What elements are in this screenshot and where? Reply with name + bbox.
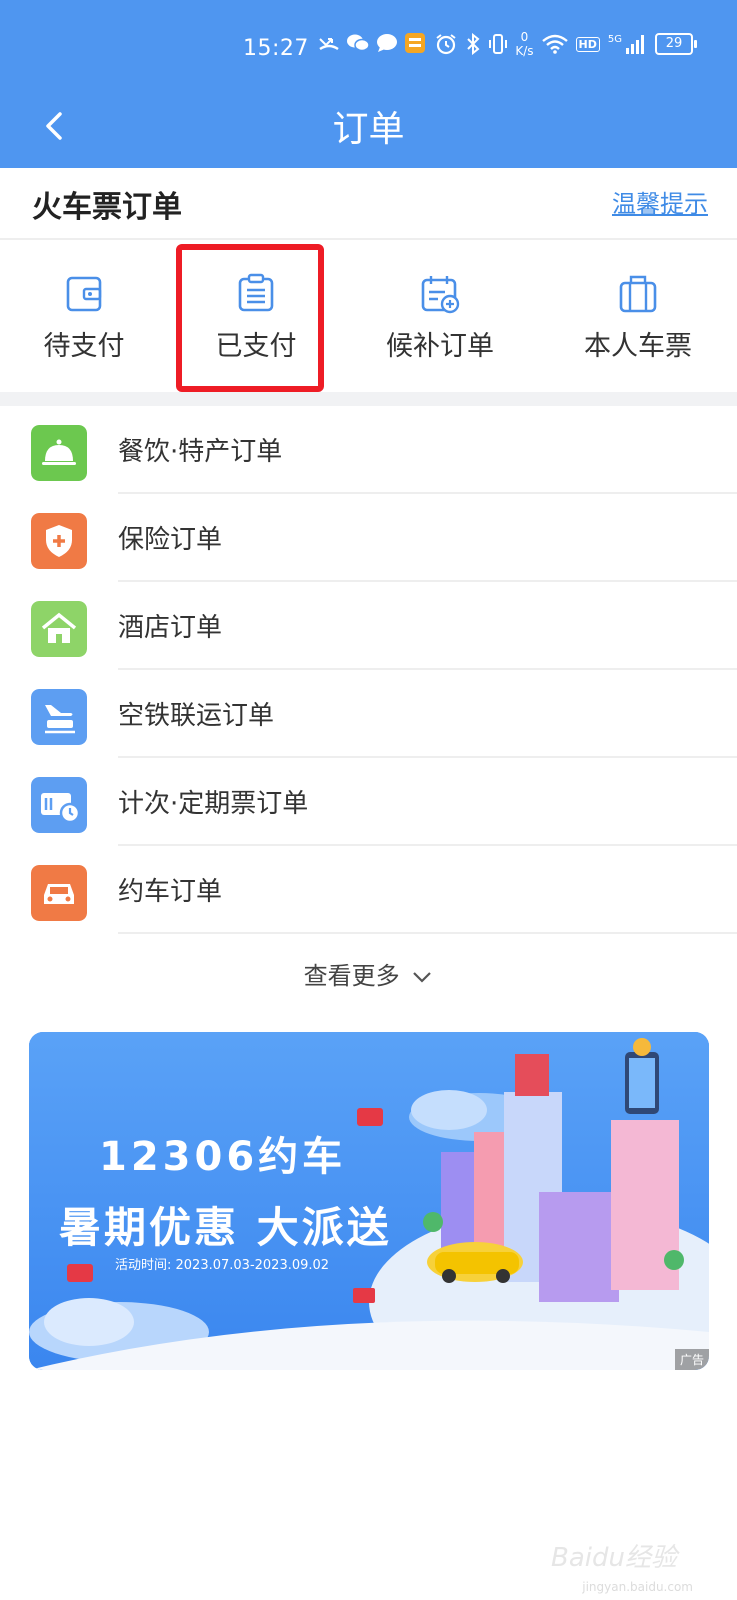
hd-badge: HD — [575, 36, 600, 52]
net-speed: 0 K/s — [515, 30, 533, 58]
net-speed-unit: K/s — [515, 44, 534, 58]
net-speed-value: 0 — [520, 30, 529, 44]
list-item-label: 空铁联运订单 — [118, 701, 275, 731]
tips-link[interactable]: 温馨提示 — [612, 184, 708, 219]
tab-waitlist-orders[interactable]: 候补订单 — [350, 240, 530, 392]
ticket-clock-icon — [31, 777, 87, 833]
list-item-insurance[interactable]: 保险订单 — [0, 494, 737, 582]
divider — [118, 932, 737, 934]
signal-bars-icon — [626, 35, 644, 54]
page-title: 订单 — [332, 109, 405, 150]
list-item-label: 计次·定期票订单 — [118, 789, 309, 819]
section-divider — [0, 392, 737, 406]
watermark-site: jingyan.baidu.com — [582, 1580, 693, 1594]
tab-label: 候补订单 — [386, 331, 494, 362]
watermark-logo: Baidu经验 — [551, 1543, 677, 1573]
view-more-button[interactable]: 查看更多 — [0, 956, 737, 991]
banner-subheadline: 暑期优惠 大派送 — [59, 1203, 392, 1252]
tab-label: 待支付 — [43, 331, 125, 362]
chevron-down-icon — [413, 972, 432, 983]
list-item-air-rail[interactable]: 空铁联运订单 — [0, 670, 737, 758]
battery-indicator: 29 — [655, 33, 697, 55]
order-status-tabs: 待支付 已支付 候补订单 本人车票 — [0, 240, 737, 392]
message-icon — [377, 34, 397, 52]
car-icon — [31, 865, 87, 921]
wechat-icon — [347, 34, 370, 52]
list-item-ride-hailing[interactable]: 约车订单 — [0, 846, 737, 934]
nav-bar: 订单 — [0, 92, 737, 168]
tab-label: 本人车票 — [584, 331, 692, 362]
list-item-label: 约车订单 — [118, 877, 223, 907]
vibrate-icon — [489, 34, 508, 54]
notification-icons — [318, 32, 426, 54]
view-more-label: 查看更多 — [303, 962, 400, 990]
section-title: 火车票订单 — [32, 190, 182, 225]
battery-level: 29 — [665, 36, 683, 51]
ride-promo-banner[interactable]: 12306约车 暑期优惠 大派送 活动时间: 2023.07.03-2023.0… — [29, 1032, 709, 1370]
banner-headline: 12306约车 — [99, 1134, 347, 1180]
missed-call-icon — [319, 38, 339, 51]
plane-train-icon — [31, 689, 87, 745]
highlight-box — [176, 244, 324, 392]
list-item-label: 餐饮·特产订单 — [118, 437, 283, 467]
ad-tag: 广告 — [674, 1349, 709, 1370]
list-item-label: 酒店订单 — [118, 613, 223, 643]
bluetooth-icon — [467, 33, 480, 55]
alarm-icon — [436, 34, 456, 55]
banner-period: 活动时间: 2023.07.03-2023.09.02 — [115, 1258, 330, 1273]
list-item-hotel[interactable]: 酒店订单 — [0, 582, 737, 670]
hotel-icon — [31, 601, 87, 657]
shield-plus-icon — [31, 513, 87, 569]
suitcase-icon — [619, 275, 657, 313]
calendar-add-icon — [421, 276, 460, 314]
status-time: 15:27 — [243, 36, 309, 61]
signal-indicator: 5G — [608, 34, 647, 54]
dining-bell-icon — [31, 425, 87, 481]
other-orders-list: 餐饮·特产订单 保险订单 酒店订单 空铁联运订单 计次·定期票订单 约车订单 — [0, 406, 737, 934]
list-item-dining[interactable]: 餐饮·特产订单 — [0, 406, 737, 494]
app-notification-icon — [405, 33, 425, 53]
status-bar: 15:27 0 K/s HD 5G 29 — [0, 0, 737, 92]
wifi-icon — [541, 34, 568, 54]
list-item-label: 保险订单 — [118, 525, 223, 555]
train-orders-header: 火车票订单 温馨提示 — [0, 168, 737, 240]
system-icons: 0 K/s HD 5G 29 — [435, 30, 697, 58]
tab-pending-payment[interactable]: 待支付 — [0, 240, 174, 392]
list-item-count-ticket[interactable]: 计次·定期票订单 — [0, 758, 737, 846]
signal-label: 5G — [607, 34, 622, 45]
wallet-icon — [66, 276, 102, 312]
tab-my-tickets[interactable]: 本人车票 — [548, 240, 728, 392]
